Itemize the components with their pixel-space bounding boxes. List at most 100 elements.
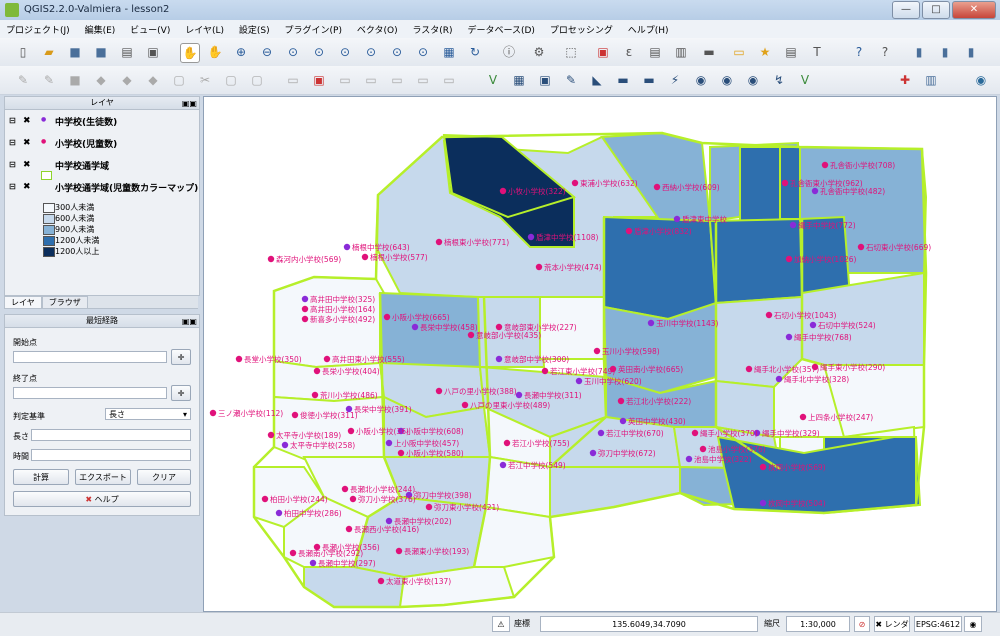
menu-vector[interactable]: ベクタ(O) — [351, 20, 404, 36]
zoom-full-icon[interactable]: ⊙ — [284, 43, 302, 61]
coordinate-field[interactable]: 135.6049,34.7090 — [540, 616, 758, 632]
school-marker[interactable] — [691, 429, 699, 437]
text-annotation-icon[interactable]: T — [808, 43, 826, 61]
calculate-button[interactable]: 計算 — [13, 469, 69, 485]
paste-icon[interactable]: ▢ — [248, 71, 266, 89]
school-marker[interactable] — [593, 347, 601, 355]
school-marker[interactable] — [309, 559, 317, 567]
school-marker[interactable] — [301, 295, 309, 303]
new-map-view-icon[interactable]: ▦ — [440, 43, 458, 61]
minimize-button[interactable]: — — [892, 1, 920, 19]
school-marker[interactable] — [323, 355, 331, 363]
school-marker[interactable] — [597, 429, 605, 437]
new-print-composer-icon[interactable]: ▤ — [118, 43, 136, 61]
school-marker[interactable] — [467, 331, 475, 339]
new-bookmark-icon[interactable]: ★ — [756, 43, 774, 61]
move-feature-icon[interactable]: ◆ — [118, 71, 136, 89]
school-marker[interactable] — [499, 187, 507, 195]
school-marker[interactable] — [281, 441, 289, 449]
panel-float-close-icon[interactable]: ▣▣ — [182, 316, 197, 328]
visibility-checkbox[interactable]: ✖ — [23, 138, 31, 148]
show-bookmarks-icon[interactable]: ▤ — [782, 43, 800, 61]
school-marker[interactable] — [589, 449, 597, 457]
school-marker[interactable] — [571, 179, 579, 187]
school-marker[interactable] — [385, 517, 393, 525]
school-marker[interactable] — [535, 263, 543, 271]
deselect-icon[interactable]: ▣ — [594, 43, 612, 61]
school-marker[interactable] — [341, 485, 349, 493]
save-project-icon[interactable]: ■ — [66, 43, 84, 61]
maximize-button[interactable]: □ — [922, 1, 950, 19]
zoom-selection-icon[interactable]: ⊙ — [310, 43, 328, 61]
school-marker[interactable] — [775, 375, 783, 383]
whats-this-icon[interactable]: ? — [876, 43, 894, 61]
clear-button[interactable]: クリア — [137, 469, 191, 485]
pan-to-selection-icon[interactable]: ✋ — [206, 43, 224, 61]
menu-layer[interactable]: レイヤ(L) — [179, 20, 230, 36]
menu-processing[interactable]: プロセッシング — [544, 20, 619, 36]
save-edits-icon[interactable]: ■ — [66, 71, 84, 89]
tab-layers[interactable]: レイヤ — [4, 296, 42, 308]
school-marker[interactable] — [345, 525, 353, 533]
label-tool-icon-4[interactable]: ▭ — [414, 71, 432, 89]
pan-icon[interactable]: ✋ — [180, 43, 200, 63]
attribute-table-icon[interactable]: ▤ — [646, 43, 664, 61]
school-marker[interactable] — [267, 255, 275, 263]
school-marker[interactable] — [275, 509, 283, 517]
refresh-icon[interactable]: ↻ — [466, 43, 484, 61]
layer-tools-icon-2[interactable]: ▮ — [936, 43, 954, 61]
pick-end-button[interactable]: ✛ — [171, 385, 191, 401]
school-marker[interactable] — [435, 238, 443, 246]
school-marker[interactable] — [385, 439, 393, 447]
school-marker[interactable] — [673, 215, 681, 223]
school-marker[interactable] — [647, 319, 655, 327]
school-marker[interactable] — [291, 411, 299, 419]
label-tool-icon-2[interactable]: ▭ — [362, 71, 380, 89]
length-output[interactable] — [31, 429, 191, 441]
add-vector-layer-icon[interactable]: V — [484, 71, 502, 89]
composer-manager-icon[interactable]: ▣ — [144, 43, 162, 61]
school-marker[interactable] — [759, 499, 767, 507]
school-marker[interactable] — [699, 445, 707, 453]
add-mssql-icon[interactable]: ◣ — [588, 71, 606, 89]
pick-start-button[interactable]: ✛ — [171, 349, 191, 365]
school-marker[interactable] — [499, 461, 507, 469]
menu-database[interactable]: データベース(D) — [461, 20, 541, 36]
label-tool-icon-3[interactable]: ▭ — [388, 71, 406, 89]
school-marker[interactable] — [745, 365, 753, 373]
identify-icon[interactable]: ⓘ — [500, 43, 518, 61]
school-marker[interactable] — [383, 313, 391, 321]
school-marker[interactable] — [343, 243, 351, 251]
add-wfs-icon[interactable]: ◉ — [718, 71, 736, 89]
school-marker[interactable] — [653, 183, 661, 191]
new-project-icon[interactable]: ▯ — [14, 43, 32, 61]
map-canvas[interactable]: 東浦小学校(632) 西納小学校(609) 小牧小学校(322) 孔舎衙小学校(708… — [203, 96, 997, 612]
start-point-input[interactable] — [13, 351, 167, 363]
zoom-next-icon[interactable]: ⊙ — [388, 43, 406, 61]
log-messages-icon[interactable]: ◉ — [964, 616, 982, 632]
school-marker[interactable] — [781, 179, 789, 187]
save-as-icon[interactable]: ■ — [92, 43, 110, 61]
school-marker[interactable] — [377, 577, 385, 585]
measure-icon[interactable]: ▬ — [700, 43, 718, 61]
school-marker[interactable] — [765, 311, 773, 319]
edit-pencil-icon-2[interactable]: ✎ — [40, 71, 58, 89]
zoom-native-icon[interactable]: ⊙ — [414, 43, 432, 61]
school-marker[interactable] — [759, 463, 767, 471]
label-icon[interactable]: ▭ — [284, 71, 302, 89]
map-tips-icon[interactable]: ▭ — [730, 43, 748, 61]
coordinate-capture-icon[interactable]: ✚ — [896, 71, 914, 89]
school-marker[interactable] — [301, 315, 309, 323]
expression-select-icon[interactable]: ε — [620, 43, 638, 61]
select-features-icon[interactable]: ⬚ — [562, 43, 580, 61]
school-marker[interactable] — [235, 355, 243, 363]
scale-field[interactable]: 1:30,000 — [786, 616, 850, 632]
school-marker[interactable] — [785, 255, 793, 263]
school-marker[interactable] — [821, 161, 829, 169]
zoom-out-icon[interactable]: ⊖ — [258, 43, 276, 61]
crs-status[interactable]: EPSG:4612 — [914, 616, 962, 632]
time-output[interactable] — [31, 449, 191, 461]
end-point-input[interactable] — [13, 387, 167, 399]
school-marker[interactable] — [425, 503, 433, 511]
help-contents-icon[interactable]: ? — [850, 43, 868, 61]
